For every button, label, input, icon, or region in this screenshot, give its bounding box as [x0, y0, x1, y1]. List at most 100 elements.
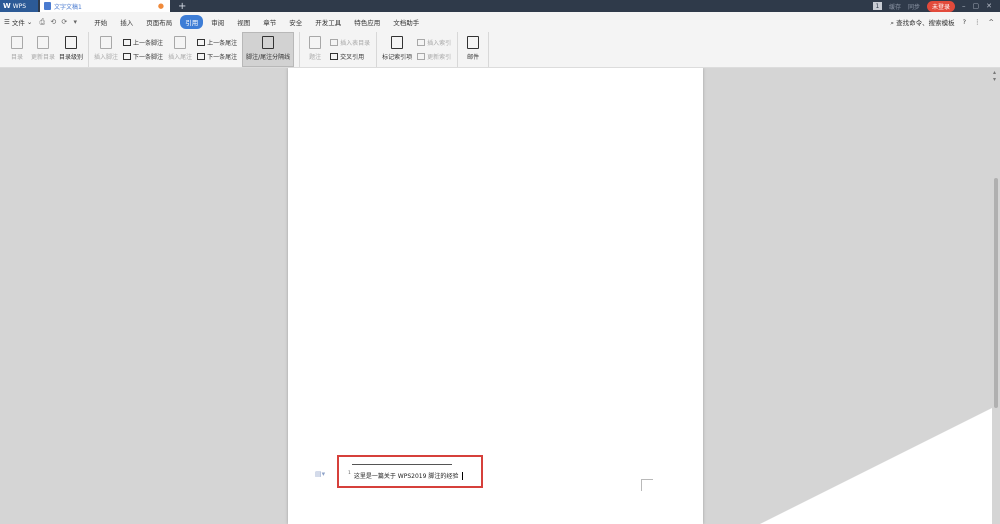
prev-footnote-icon: [123, 39, 132, 46]
menu-home[interactable]: 开始: [89, 15, 112, 29]
insert-index-label: 插入索引: [427, 40, 452, 47]
index-group: 标记索引项 插入索引 更新索引: [377, 32, 459, 67]
hamburger-icon: ☰: [4, 18, 10, 26]
menu-developer[interactable]: 开发工具: [310, 15, 346, 29]
separator-line-button[interactable]: 脚注/尾注分隔线: [242, 32, 295, 67]
menu-insert[interactable]: 插入: [115, 15, 138, 29]
cross-reference-label: 交叉引用: [340, 54, 365, 61]
command-search-label: 查找命令、搜索模板: [896, 18, 955, 27]
table-of-figures-icon: [330, 39, 339, 46]
next-endnote-icon: [197, 53, 206, 60]
page-corner-overlay: [760, 404, 1000, 524]
undo-button[interactable]: ⟲: [49, 18, 57, 26]
title-bar-right: 1 缓存 同步 未登录 – ▢ ✕: [872, 0, 1000, 12]
search-icon: ⌕: [890, 18, 895, 27]
insert-index-button[interactable]: 插入索引: [417, 38, 451, 47]
toc-level-button[interactable]: 目录级别: [59, 32, 83, 67]
caption-icon: [309, 36, 322, 49]
insert-table-of-figures-button[interactable]: 插入表目录: [330, 38, 370, 47]
insert-endnote-button[interactable]: 插入尾注: [168, 32, 192, 67]
caption-label: 题注: [309, 54, 322, 61]
cache-button[interactable]: 缓存: [889, 2, 901, 11]
update-toc-label: 更新目录: [31, 54, 56, 61]
scrollbar-thumb[interactable]: [994, 178, 998, 408]
command-search[interactable]: ⌕ 查找命令、搜索模板: [890, 17, 954, 28]
prev-footnote-button[interactable]: 上一条脚注: [123, 38, 163, 47]
wps-logo-icon: W: [3, 2, 11, 10]
collapse-ribbon-button[interactable]: ^: [989, 18, 994, 26]
document-page[interactable]: ▤▾ 1 这里是一篇关于 WPS2019 脚注的经验: [288, 68, 703, 524]
menu-page-layout[interactable]: 页面布局: [141, 15, 177, 29]
maximize-button[interactable]: ▢: [973, 2, 980, 10]
more-button[interactable]: ⋮: [974, 18, 981, 26]
new-tab-button[interactable]: +: [178, 0, 186, 12]
insert-footnote-button[interactable]: 插入脚注: [94, 32, 118, 67]
toc-button[interactable]: 目录: [7, 32, 27, 67]
endnote-nav: 上一条尾注 下一条尾注: [197, 32, 237, 67]
toc-group: 目录 更新目录 目录级别: [2, 32, 90, 67]
endnote-icon: [174, 36, 187, 49]
insert-table-of-figures-label: 插入表目录: [340, 40, 371, 47]
footnote-highlight-box: [337, 455, 483, 488]
menu-security[interactable]: 安全: [284, 15, 307, 29]
vertical-scrollbar[interactable]: ▴ ▾: [992, 68, 1000, 524]
quick-access-more-button[interactable]: ▾: [71, 18, 79, 26]
caption-tools: 插入表目录 交叉引用: [330, 32, 370, 67]
app-tab[interactable]: W WPS: [0, 0, 38, 12]
menu-view[interactable]: 视图: [232, 15, 255, 29]
next-footnote-button[interactable]: 下一条脚注: [123, 52, 163, 61]
print-button[interactable]: ⎙: [38, 18, 46, 27]
paragraph-options-icon[interactable]: ▤▾: [315, 470, 325, 478]
footnote-icon: [100, 36, 113, 49]
insert-endnote-label: 插入尾注: [168, 54, 193, 61]
menu-doc-assistant[interactable]: 文档助手: [388, 15, 424, 29]
mail-icon: [467, 36, 480, 49]
prev-endnote-icon: [197, 39, 206, 46]
mail-group: 邮件: [458, 32, 490, 67]
toc-label: 目录: [10, 54, 23, 61]
chevron-down-icon: ⌄: [26, 18, 33, 26]
workspace-badge[interactable]: 1: [872, 2, 882, 10]
menu-features[interactable]: 特色应用: [349, 15, 385, 29]
sync-button[interactable]: 同步: [908, 2, 920, 11]
update-toc-icon: [37, 36, 49, 49]
menu-bar: ☰ 文件 ⌄ ⎙ ⟲ ⟳ ▾ 开始 插入 页面布局 引用 审阅 视图 章节 安全…: [0, 12, 1000, 32]
margin-corner-mark: [641, 479, 653, 491]
menu-review[interactable]: 审阅: [206, 15, 229, 29]
prev-endnote-button[interactable]: 上一条尾注: [197, 38, 237, 47]
menu-references[interactable]: 引用: [180, 15, 204, 29]
index-tools: 插入索引 更新索引: [417, 32, 451, 67]
prev-footnote-label: 上一条脚注: [133, 40, 164, 47]
next-footnote-icon: [123, 53, 132, 60]
update-index-button[interactable]: 更新索引: [417, 52, 451, 61]
close-button[interactable]: ✕: [986, 2, 992, 10]
unsaved-dot-icon: ●: [157, 2, 164, 10]
file-menu[interactable]: ☰ 文件 ⌄: [4, 17, 32, 27]
quick-access-toolbar: ⎙ ⟲ ⟳ ▾: [38, 18, 79, 27]
document-area: ▤▾ 1 这里是一篇关于 WPS2019 脚注的经验 ▴ ▾: [0, 68, 1000, 524]
scroll-down-small-icon[interactable]: ▾: [993, 76, 996, 83]
help-button[interactable]: ?: [963, 18, 966, 26]
menu-chapter[interactable]: 章节: [258, 15, 281, 29]
minimize-button[interactable]: –: [962, 2, 966, 10]
redo-button[interactable]: ⟳: [60, 18, 68, 26]
mail-button[interactable]: 邮件: [463, 32, 483, 67]
mark-index-icon: [391, 36, 404, 49]
separator-line-icon: [262, 36, 275, 49]
next-endnote-button[interactable]: 下一条尾注: [197, 52, 237, 61]
mark-index-button[interactable]: 标记索引项: [382, 32, 412, 67]
caption-button[interactable]: 题注: [305, 32, 325, 67]
document-tab[interactable]: 文字文稿1 ●: [40, 0, 170, 12]
prev-endnote-label: 上一条尾注: [207, 40, 238, 47]
login-button[interactable]: 未登录: [926, 0, 955, 12]
cross-reference-button[interactable]: 交叉引用: [330, 52, 370, 61]
title-bar: W WPS 文字文稿1 ● + 1 缓存 同步 未登录 – ▢ ✕: [0, 0, 1000, 12]
document-tab-label: 文字文稿1: [54, 3, 82, 11]
update-toc-button[interactable]: 更新目录: [31, 32, 55, 67]
toc-icon: [11, 36, 23, 49]
file-menu-label: 文件: [11, 19, 25, 27]
cross-reference-icon: [330, 53, 339, 60]
separator-line-label: 脚注/尾注分隔线: [246, 54, 291, 61]
scroll-up-icon[interactable]: ▴: [993, 69, 996, 76]
footnote-nav: 上一条脚注 下一条脚注: [123, 32, 163, 67]
